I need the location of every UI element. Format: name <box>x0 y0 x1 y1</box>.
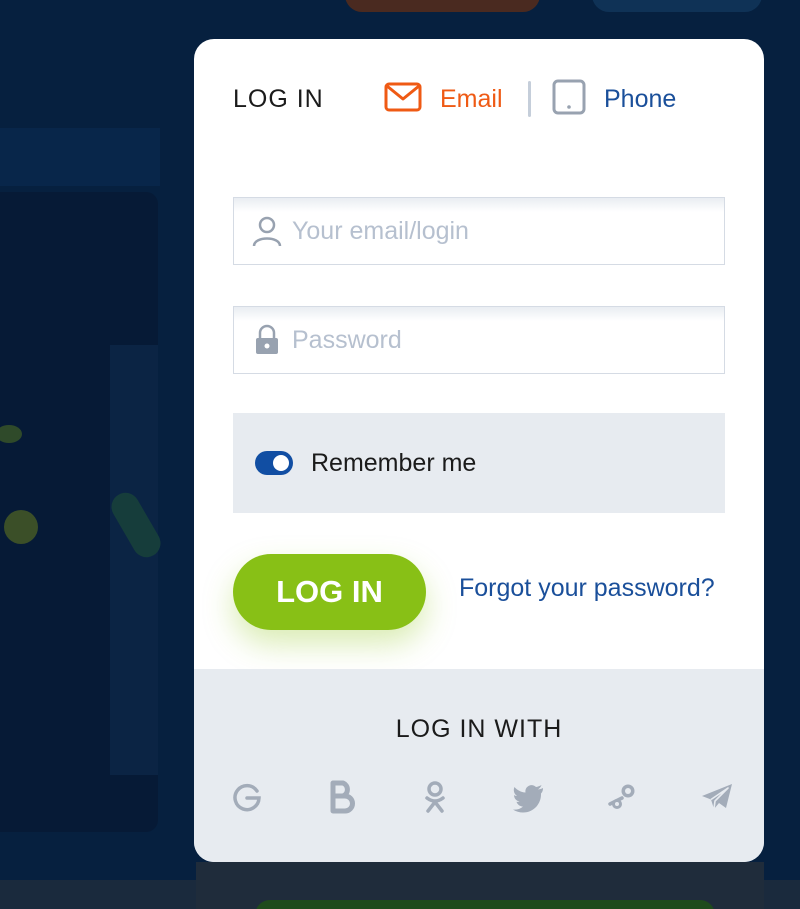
modal-header: LOG IN Email Phone <box>194 39 764 159</box>
tab-email-label: Email <box>440 84 503 113</box>
background-strip <box>110 345 158 775</box>
twitter-login-button[interactable] <box>509 777 549 817</box>
login-modal: LOG IN Email Phone Your email/login Reme… <box>194 39 764 862</box>
password-input[interactable] <box>290 324 714 356</box>
tab-email[interactable]: Email <box>384 79 503 119</box>
social-login-buttons <box>227 777 737 817</box>
tab-phone-label: Phone <box>604 84 677 113</box>
background-band <box>0 128 160 186</box>
email-field <box>233 197 725 265</box>
steam-icon <box>608 784 635 809</box>
modal-title: LOG IN <box>233 85 324 113</box>
bold-b-icon <box>330 780 355 814</box>
steam-login-button[interactable] <box>603 777 643 817</box>
forgot-password-link[interactable]: Forgot your password? <box>459 574 715 603</box>
lock-icon <box>250 323 284 357</box>
tab-divider <box>528 81 531 117</box>
envelope-icon <box>384 82 422 117</box>
social-login-section: LOG IN WITH <box>194 669 764 862</box>
remember-me-row: Remember me <box>233 413 725 513</box>
twitter-icon <box>513 785 543 813</box>
password-field <box>233 306 725 374</box>
telegram-login-button[interactable] <box>697 777 737 817</box>
phone-icon <box>552 79 586 120</box>
tab-phone[interactable]: Phone <box>552 79 676 119</box>
odnoklassniki-login-button[interactable] <box>415 777 455 817</box>
email-input[interactable] <box>290 215 714 247</box>
odnoklassniki-icon <box>425 781 445 813</box>
background-green-button <box>255 900 715 909</box>
social-login-title: LOG IN WITH <box>395 715 563 743</box>
remember-me-label: Remember me <box>311 448 477 477</box>
user-icon <box>250 214 284 248</box>
remember-me-toggle[interactable] <box>255 451 293 475</box>
background-button-dark <box>592 0 762 12</box>
telegram-icon <box>702 784 732 810</box>
google-login-button[interactable] <box>227 777 267 817</box>
background-button-orange <box>345 0 540 12</box>
login-button[interactable]: LOG IN <box>233 554 426 630</box>
background-decoration <box>4 510 38 544</box>
toggle-knob <box>273 455 289 471</box>
bold-b-login-button[interactable] <box>321 777 361 817</box>
google-icon <box>233 783 261 812</box>
